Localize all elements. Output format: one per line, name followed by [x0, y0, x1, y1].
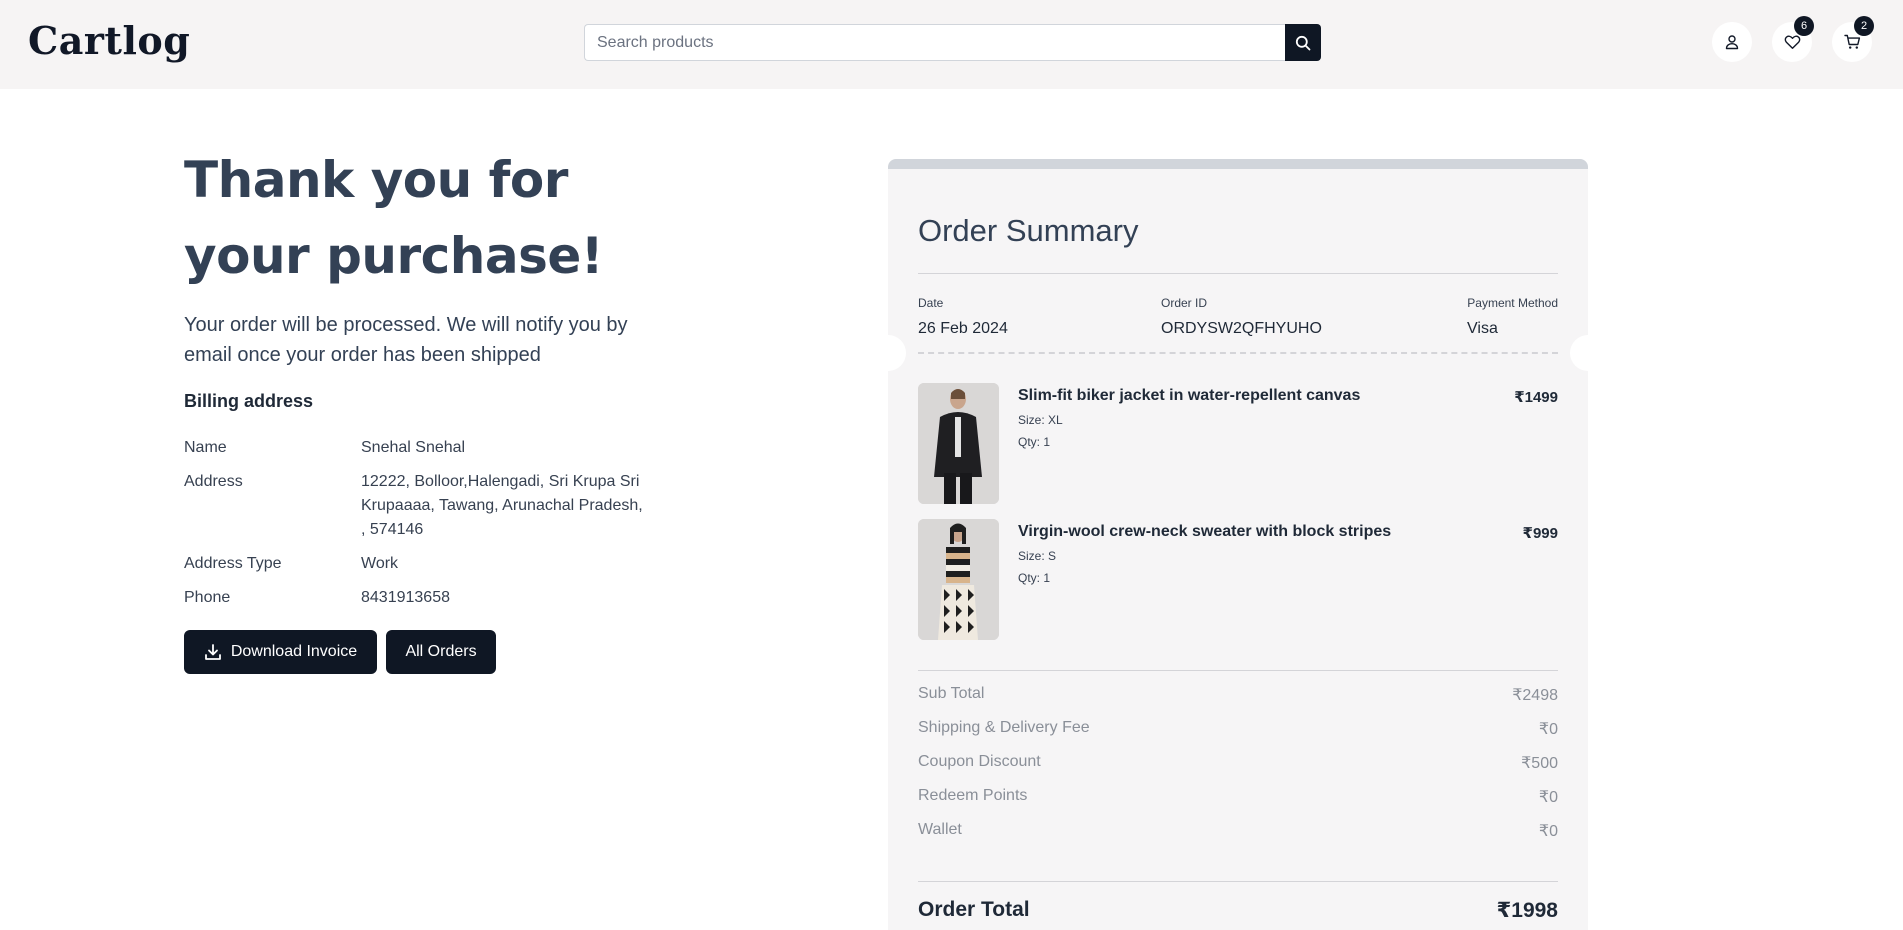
billing-label: Address [184, 473, 243, 490]
thank-you-heading: Thank you for your purchase! [184, 142, 704, 294]
billing-value: Snehal Snehal [361, 439, 466, 456]
dashed-divider [918, 352, 1558, 354]
all-orders-button[interactable]: All Orders [386, 630, 496, 674]
cart-icon [1843, 34, 1860, 49]
heart-icon [1784, 35, 1800, 49]
payment-method-label: Payment Method [1467, 296, 1558, 310]
download-invoice-button[interactable]: Download Invoice [184, 630, 377, 674]
item-name[interactable]: Virgin-wool crew-neck sweater with block… [1018, 523, 1391, 541]
summary-row-label: Coupon Discount [918, 753, 1041, 770]
billing-label: Name [184, 439, 227, 456]
cart-count-badge: 2 [1854, 16, 1874, 36]
all-orders-label: All Orders [405, 643, 477, 660]
summary-row-value: ₹0 [1538, 721, 1558, 738]
billing-row-name: Name Snehal Snehal [184, 436, 651, 460]
billing-label: Address Type [184, 555, 282, 572]
billing-label: Phone [184, 589, 231, 606]
divider [918, 273, 1558, 274]
download-invoice-label: Download Invoice [230, 643, 358, 660]
billing-row-address: Address 12222, Bolloor,Halengadi, Sri Kr… [184, 470, 651, 542]
summary-row-shipping: Shipping & Delivery Fee ₹0 [918, 719, 1558, 739]
billing-value: Work [361, 555, 399, 572]
divider [918, 881, 1558, 882]
ticket-notch-left [870, 335, 906, 371]
summary-row-coupon: Coupon Discount ₹500 [918, 753, 1558, 773]
billing-value: 12222, Bolloor,Halengadi, Sri Krupa Sri … [361, 473, 643, 538]
date-label: Date [918, 296, 944, 310]
payment-method: Visa [1467, 320, 1498, 337]
item-qty: Qty: 1 [1018, 435, 1051, 449]
product-image-jacket[interactable] [918, 383, 999, 504]
order-summary-title: Order Summary [918, 213, 1139, 248]
search-button[interactable] [1285, 24, 1321, 61]
order-total-value: ₹1998 [1496, 899, 1558, 922]
billing-row-address-type: Address Type Work [184, 552, 651, 576]
order-total-label: Order Total [918, 898, 1030, 921]
account-button[interactable] [1712, 22, 1752, 62]
summary-row-value: ₹0 [1538, 789, 1558, 806]
logo[interactable]: Cartlog [28, 18, 190, 63]
item-qty: Qty: 1 [1018, 571, 1051, 585]
search-icon [1295, 35, 1311, 50]
jacket-model-image [918, 383, 999, 504]
item-price: ₹999 [1522, 525, 1558, 542]
wishlist-button[interactable]: 6 [1772, 16, 1814, 62]
search-input[interactable] [584, 24, 1285, 61]
top-header: Cartlog 6 2 [0, 0, 1903, 89]
summary-row-label: Sub Total [918, 685, 985, 702]
summary-row-redeem-points: Redeem Points ₹0 [918, 787, 1558, 807]
ticket-notch-right [1570, 335, 1606, 371]
summary-row-value: ₹500 [1521, 755, 1558, 772]
summary-row-subtotal: Sub Total ₹2498 [918, 685, 1558, 705]
summary-row-label: Redeem Points [918, 787, 1028, 804]
order-id: ORDYSW2QFHYUHO [1161, 320, 1322, 337]
billing-row-phone: Phone 8431913658 [184, 586, 651, 610]
summary-row-value: ₹0 [1538, 823, 1558, 840]
heading-line-2: your purchase! [184, 227, 604, 285]
order-id-label: Order ID [1161, 296, 1208, 310]
item-size: Size: S [1018, 549, 1057, 563]
billing-address-title: Billing address [184, 391, 314, 411]
item-name[interactable]: Slim-fit biker jacket in water-repellent… [1018, 387, 1360, 405]
summary-row-wallet: Wallet ₹0 [918, 821, 1558, 841]
order-total-row: Order Total ₹1998 [918, 898, 1558, 923]
summary-row-label: Shipping & Delivery Fee [918, 719, 1090, 736]
download-icon [204, 644, 221, 660]
summary-row-value: ₹2498 [1512, 687, 1558, 704]
item-size: Size: XL [1018, 413, 1063, 427]
divider [918, 670, 1558, 671]
summary-row-label: Wallet [918, 821, 962, 838]
heading-line-1: Thank you for [184, 151, 568, 209]
order-date: 26 Feb 2024 [918, 320, 1008, 337]
order-summary-card: Order Summary Date 26 Feb 2024 Order ID … [870, 159, 1606, 930]
wishlist-count-badge: 6 [1794, 16, 1814, 36]
billing-value: 8431913658 [361, 589, 450, 606]
user-icon [1725, 35, 1739, 50]
notify-text: Your order will be processed. We will no… [184, 314, 628, 366]
cart-button[interactable]: 2 [1832, 16, 1874, 62]
sweater-model-image [918, 519, 999, 640]
product-image-sweater[interactable] [918, 519, 999, 640]
search-bar [584, 24, 1321, 61]
item-price: ₹1499 [1514, 389, 1558, 406]
